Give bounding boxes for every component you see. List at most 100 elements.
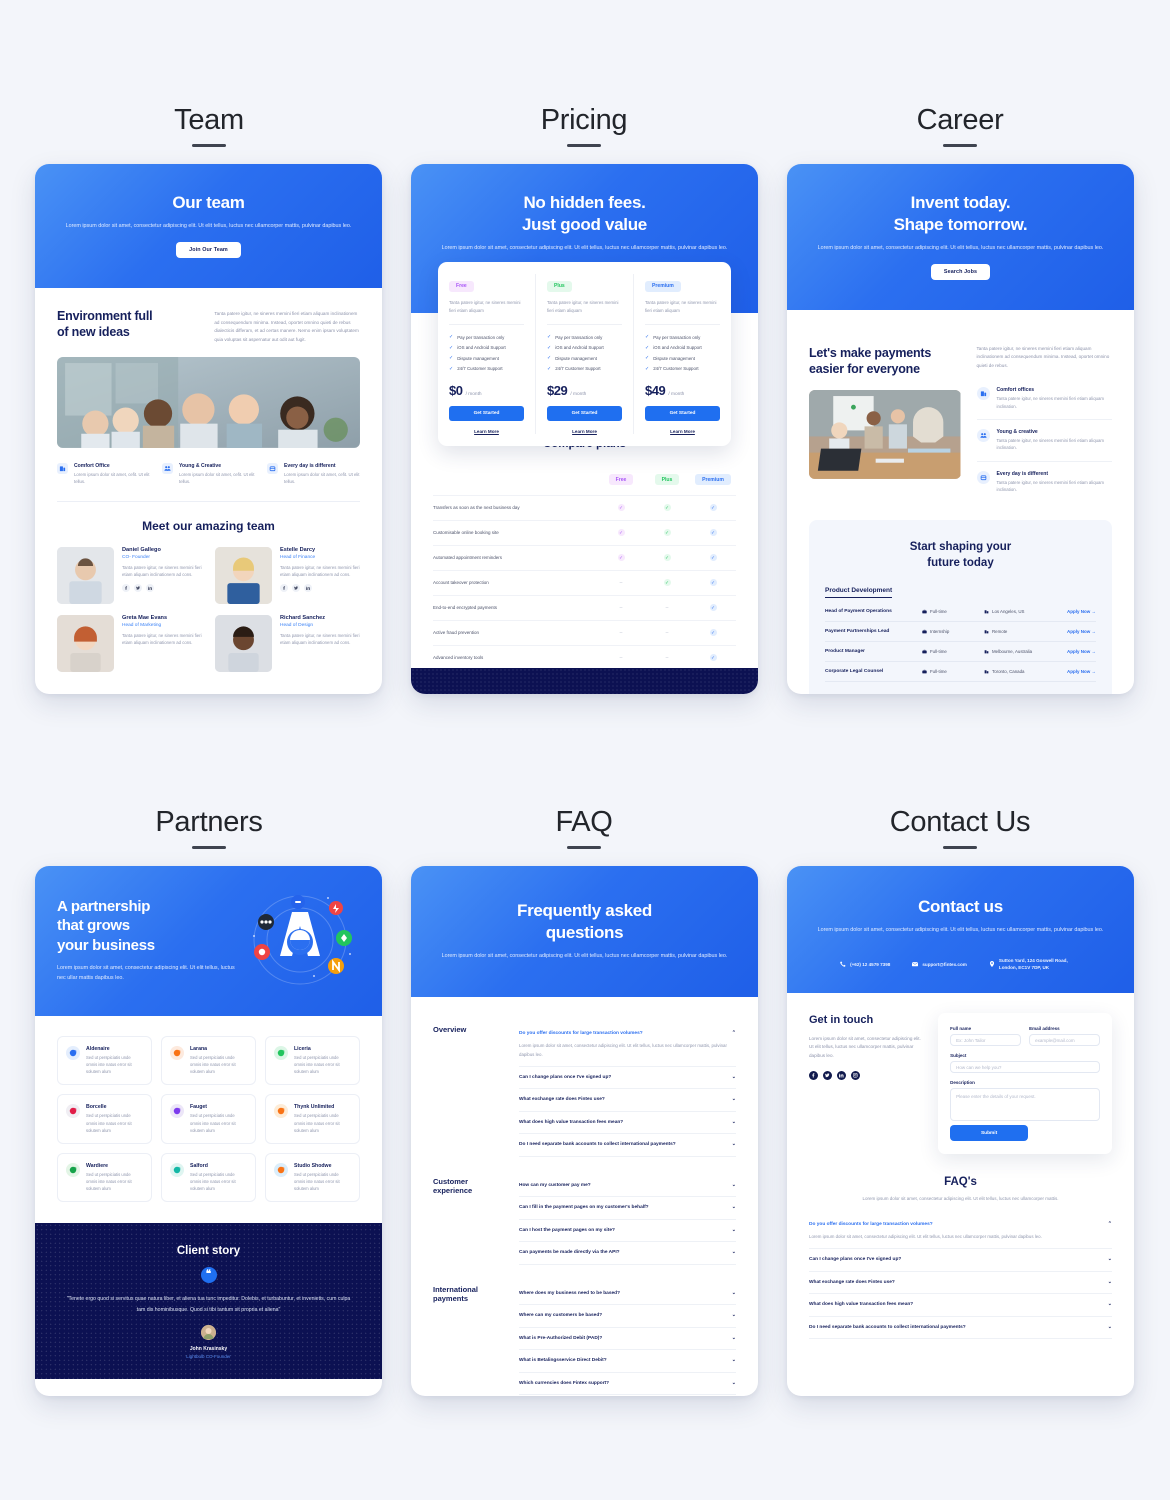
faq-item[interactable]: Can I fill in the payment pages on my cu… — [519, 1197, 736, 1220]
email-input[interactable]: example@mail.com — [1029, 1034, 1100, 1047]
chevron-down-icon[interactable]: ⌄ — [732, 1290, 736, 1298]
partner-card[interactable]: Salford Sed ut perspiciatis unde omnis is… — [161, 1152, 256, 1203]
job-type-text: Full-time — [930, 669, 947, 675]
chevron-down-icon[interactable]: ⌄ — [732, 1141, 736, 1149]
chevron-up-icon[interactable]: ⌃ — [1108, 1221, 1112, 1229]
chevron-down-icon[interactable]: ⌄ — [732, 1204, 736, 1212]
chevron-down-icon[interactable]: ⌄ — [732, 1182, 736, 1190]
faq-question: Where does my business need to be based? — [519, 1290, 621, 1296]
twitter-icon[interactable] — [134, 583, 142, 592]
chevron-down-icon[interactable]: ⌄ — [1108, 1301, 1112, 1309]
learn-more-link[interactable]: Learn More — [547, 429, 622, 434]
partner-card[interactable]: Aldenaire Sed ut perspiciatis unde omnis … — [57, 1036, 152, 1086]
section-title-faq: FAQ — [409, 806, 759, 849]
price-period: / month — [570, 391, 587, 397]
faq-item[interactable]: What does high value transaction fees me… — [809, 1294, 1112, 1317]
chevron-down-icon[interactable]: ⌄ — [732, 1380, 736, 1388]
partner-card[interactable]: Thynk Unlimited Sed ut perspiciatis unde … — [265, 1094, 360, 1144]
chevron-up-icon[interactable]: ⌃ — [732, 1030, 736, 1038]
facebook-icon[interactable] — [809, 1071, 818, 1081]
chevron-down-icon[interactable]: ⌄ — [1108, 1324, 1112, 1332]
faq-item[interactable]: Can I change plans once I've signed up? ⌄ — [809, 1249, 1112, 1272]
partner-card[interactable]: Liceria Sed ut perspiciatis unde omnis is… — [265, 1036, 360, 1086]
partner-card[interactable]: Borcelle Sed ut perspiciatis unde omnis i… — [57, 1094, 152, 1144]
instagram-icon[interactable] — [851, 1071, 860, 1081]
join-our-team-button[interactable]: Join Our Team — [176, 242, 241, 259]
dash-icon: – — [619, 604, 623, 611]
linkedin-icon[interactable] — [304, 583, 312, 592]
chevron-down-icon[interactable]: ⌄ — [1108, 1279, 1112, 1287]
job-row[interactable]: Head of Payment Operations Full-time Los A… — [825, 602, 1096, 623]
learn-more-link[interactable]: Learn More — [645, 429, 720, 434]
chevron-down-icon[interactable]: ⌄ — [1108, 1256, 1112, 1264]
apply-now-link[interactable]: Apply Now → — [1046, 609, 1096, 614]
chevron-down-icon[interactable]: ⌄ — [732, 1227, 736, 1235]
linkedin-icon[interactable] — [146, 583, 154, 592]
contact-details-bar: (+62) 12 4579 7398 support@fintex.com Su… — [809, 957, 1112, 971]
contact-phone[interactable]: (+62) 12 4579 7398 — [840, 957, 890, 971]
faq-item[interactable]: What is Pre-Authorized Debit (PAD)? ⌄ — [519, 1328, 736, 1351]
faq-item[interactable]: How can my customer pay me? ⌄ — [519, 1175, 736, 1198]
feature-text: iOS and Android Support — [555, 345, 604, 351]
job-row[interactable]: Corporate Legal Counsel Full-time Toronto,… — [825, 662, 1096, 683]
partner-card[interactable]: Larana Sed ut perspiciatis unde omnis ist… — [161, 1036, 256, 1086]
faq-item[interactable]: Do I need separate bank accounts to coll… — [809, 1317, 1112, 1340]
faq-item[interactable]: Can payments be made directly via the AP… — [519, 1242, 736, 1265]
partner-card[interactable]: Fauget Sed ut perspiciatis unde omnis ist… — [161, 1094, 256, 1144]
check-icon: ✓ — [709, 579, 717, 587]
facebook-icon[interactable] — [280, 583, 288, 592]
chevron-down-icon[interactable]: ⌄ — [732, 1357, 736, 1365]
twitter-icon[interactable] — [823, 1071, 832, 1081]
get-started-button[interactable]: Get Started — [645, 405, 720, 421]
submit-button[interactable]: Submit — [950, 1125, 1029, 1142]
subject-input[interactable]: How can we help you? — [950, 1061, 1100, 1074]
contact-email[interactable]: support@fintex.com — [912, 957, 967, 971]
chevron-down-icon[interactable]: ⌄ — [732, 1096, 736, 1104]
chevron-down-icon[interactable]: ⌄ — [732, 1074, 736, 1082]
contact-address: Sutton Yard, 124 Goswell Road, London, E… — [989, 957, 1081, 971]
linkedin-icon[interactable] — [837, 1071, 846, 1081]
job-title: Payment Partnerships Lead — [825, 629, 890, 635]
get-started-button[interactable]: Get Started — [449, 405, 524, 421]
faq-item[interactable]: What exchange rate does Fintex use? ⌄ — [809, 1272, 1112, 1295]
section-title-text: Contact Us — [889, 806, 1031, 838]
partner-card[interactable]: Studio Shodwe Sed ut perspiciatis unde om… — [265, 1152, 360, 1203]
price-period: / month — [465, 391, 482, 397]
fullname-input[interactable]: Ex: John Tailor — [950, 1034, 1022, 1047]
partner-card[interactable]: Wardiere Sed ut perspiciatis unde omnis i… — [57, 1152, 152, 1203]
apply-now-link[interactable]: Apply Now → — [1046, 649, 1096, 654]
cell-plus: ✓ — [644, 519, 690, 546]
price-amount: $29 — [547, 382, 568, 398]
faq-item[interactable]: What does high value transaction fees me… — [519, 1112, 736, 1135]
faq-item[interactable]: Which currencies does Fintex support? ⌄ — [519, 1373, 736, 1396]
people-icon — [162, 463, 173, 475]
faq-item[interactable]: What is Betalingsservice Direct Debit? ⌄ — [519, 1350, 736, 1373]
learn-more-link[interactable]: Learn More — [449, 429, 524, 434]
description-textarea[interactable]: Please enter the details of your request… — [950, 1088, 1100, 1122]
chevron-down-icon[interactable]: ⌄ — [732, 1312, 736, 1320]
job-row[interactable]: Payment Partnerships Lead Internship Remot… — [825, 622, 1096, 643]
apply-now-link[interactable]: Apply Now → — [1046, 629, 1096, 634]
apply-now-link[interactable]: Apply Now → — [1046, 669, 1096, 674]
feature-comfort-office: Comfort Office Lorem ipsum dolor sit ame… — [57, 463, 150, 486]
faq-item[interactable]: Where can my customers be based? ⌄ — [519, 1305, 736, 1328]
search-jobs-button[interactable]: Search Jobs — [930, 263, 991, 280]
job-row[interactable]: Product Manager Full-time Melbourne, Austr… — [825, 642, 1096, 663]
faq-item[interactable]: What exchange rate does Fintex use? ⌄ — [519, 1089, 736, 1112]
twitter-icon[interactable] — [292, 583, 300, 592]
faq-item[interactable]: Do you offer discounts for large transac… — [809, 1214, 1112, 1250]
faq-item[interactable]: Do I need separate bank accounts to coll… — [519, 1134, 736, 1157]
cell-plus: – — [644, 594, 690, 621]
faq-item[interactable]: Do you offer discounts for large transac… — [519, 1023, 736, 1067]
faq-item[interactable]: Where does my business need to be based?… — [519, 1283, 736, 1306]
client-story: Client story ❝ "Tenete ergo quod si serv… — [35, 1223, 382, 1380]
faq-item[interactable]: Can I host the payment pages on my site?… — [519, 1220, 736, 1243]
chevron-down-icon[interactable]: ⌄ — [732, 1249, 736, 1257]
facebook-icon[interactable] — [122, 583, 130, 592]
chevron-down-icon[interactable]: ⌄ — [732, 1119, 736, 1127]
get-started-button[interactable]: Get Started — [547, 405, 622, 421]
plan-feature: ✓ iOS and Android Support — [547, 344, 604, 351]
faq-item[interactable]: Can I change plans once I've signed up? ⌄ — [519, 1067, 736, 1090]
chevron-down-icon[interactable]: ⌄ — [732, 1335, 736, 1343]
title-underline — [567, 846, 601, 849]
